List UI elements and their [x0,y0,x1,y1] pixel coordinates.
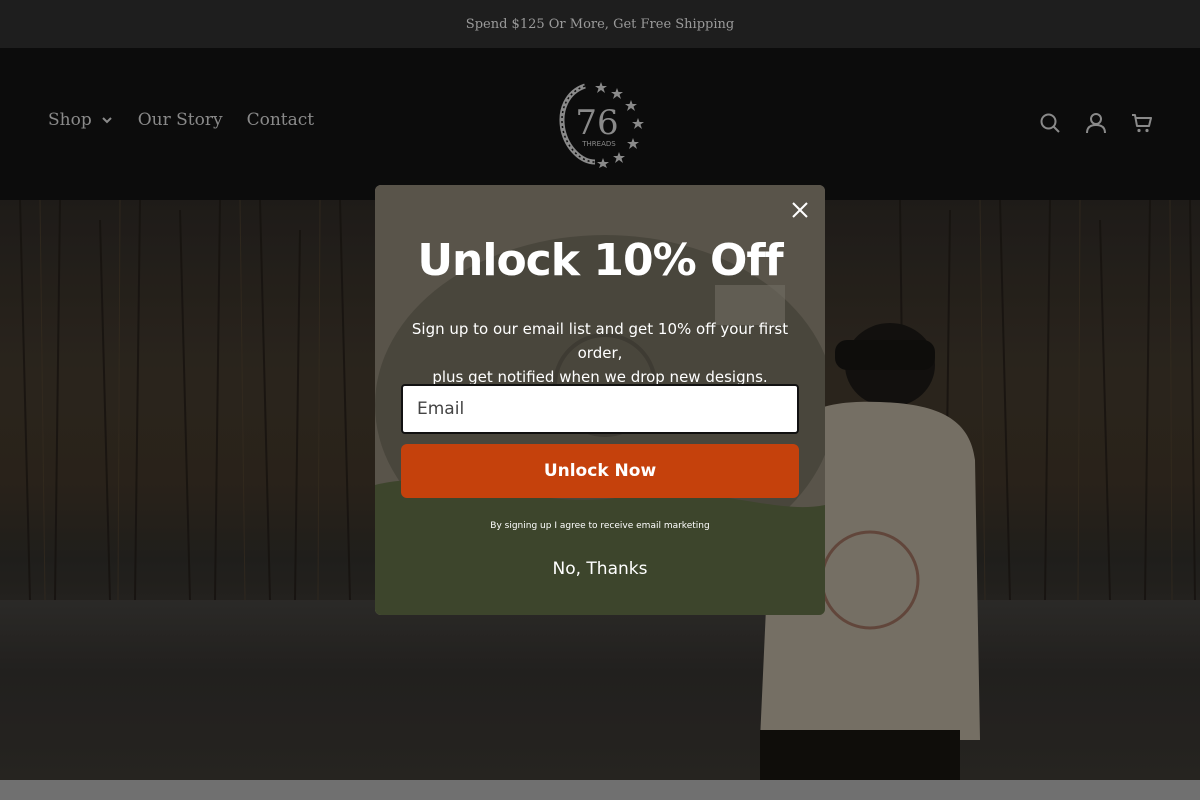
main-nav: Shop Our Story Contact [48,110,314,130]
header-icons [1039,112,1153,134]
account-icon[interactable] [1085,112,1107,134]
nav-shop[interactable]: Shop [48,110,114,130]
svg-text:THREADS: THREADS [581,140,616,148]
chevron-down-icon [102,117,112,124]
unlock-now-button[interactable]: Unlock Now [401,444,799,498]
popup-headline: Unlock 10% Off [417,235,783,286]
email-input[interactable] [401,384,799,434]
nav-our-story[interactable]: Our Story [138,110,223,130]
marketing-consent-text: By signing up I agree to receive email m… [490,521,710,531]
nav-our-story-label: Our Story [137,110,223,130]
popup-description-line1: Sign up to our email list and get 10% of… [411,320,789,362]
site-header: Shop Our Story Contact 76 THREADS [0,48,1200,200]
email-signup-popup: Unlock 10% Off Sign up to our email list… [375,185,825,615]
popup-description: Sign up to our email list and get 10% of… [395,317,805,389]
no-thanks-link[interactable]: No, Thanks [375,559,825,579]
nav-contact-label: Contact [246,110,315,130]
svg-text:76: 76 [575,103,618,143]
search-icon[interactable] [1039,112,1061,134]
nav-contact[interactable]: Contact [247,110,315,130]
cart-icon[interactable] [1131,112,1153,134]
page-footer-strip [0,780,1200,800]
close-icon[interactable] [789,199,811,221]
announcement-text: Spend $125 Or More, Get Free Shipping [465,16,735,32]
site-logo[interactable]: 76 THREADS [555,78,645,168]
nav-shop-label: Shop [48,110,92,130]
announcement-bar: Spend $125 Or More, Get Free Shipping [0,0,1200,48]
